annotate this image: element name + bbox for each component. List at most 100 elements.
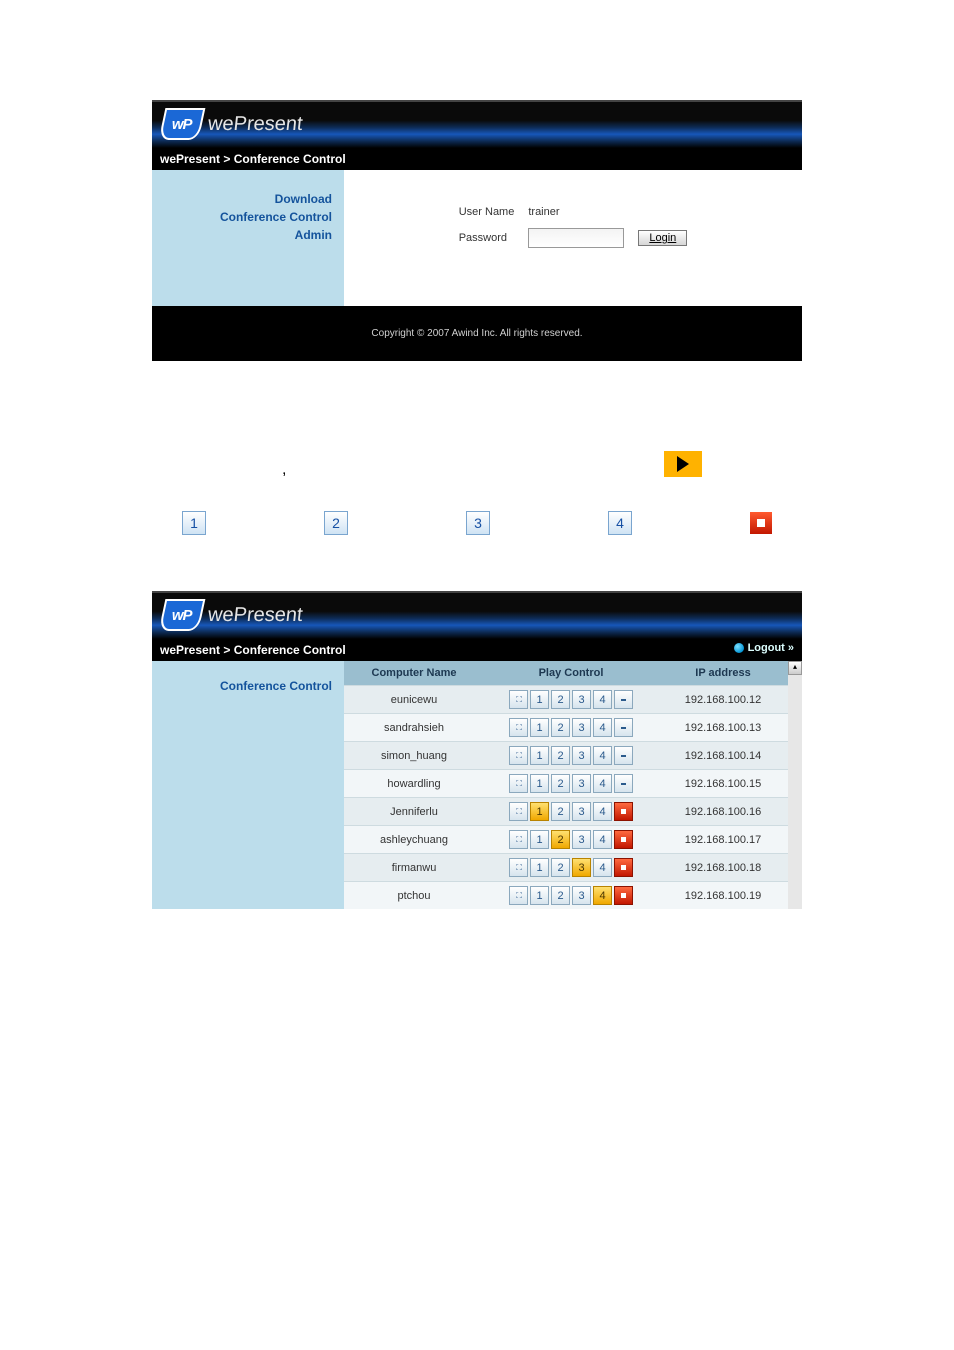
quadrant-3-button[interactable]: 3 <box>572 802 591 821</box>
scrollbar[interactable]: ▴ <box>788 661 802 909</box>
table-panel: wP wePresent wePresent > Conference Cont… <box>152 591 802 909</box>
sidebar-item-download[interactable]: Download <box>152 192 332 206</box>
logo-badge-icon: wP <box>159 108 206 140</box>
th-computer-name: Computer Name <box>344 661 484 685</box>
table-row: Jenniferlu⛶1234192.168.100.16 <box>344 797 788 825</box>
quadrant-2-button[interactable]: 2 <box>551 886 570 905</box>
sidebar-item-conference[interactable]: Conference Control <box>152 210 332 224</box>
logout-link[interactable]: Logout » <box>734 642 794 654</box>
quadrant-2-button[interactable]: 2 <box>551 746 570 765</box>
quadrant-1-button[interactable]: 1 <box>530 746 549 765</box>
stop-icon <box>750 512 772 534</box>
quadrant-2-button[interactable]: 2 <box>551 774 570 793</box>
quadrant-1-button[interactable]: 1 <box>530 886 549 905</box>
cell-ip: 192.168.100.13 <box>658 718 788 738</box>
quadrant-3-button[interactable]: 3 <box>572 690 591 709</box>
th-play-control: Play Control <box>484 661 658 685</box>
quadrant-1-button[interactable]: 1 <box>530 802 549 821</box>
stop-button[interactable] <box>614 718 633 737</box>
quadrant-2-button[interactable]: 2 <box>551 830 570 849</box>
login-form: User Name trainer Password Login <box>451 200 696 256</box>
quadrant-1-button[interactable]: 1 <box>530 774 549 793</box>
table-container: Computer Name Play Control IP address eu… <box>344 661 788 909</box>
sidebar-2: Conference Control <box>152 661 344 909</box>
stop-button[interactable] <box>614 746 633 765</box>
fullscreen-button[interactable]: ⛶ <box>509 802 528 821</box>
quadrant-3-button[interactable]: 3 <box>572 858 591 877</box>
login-panel: wP wePresent wePresent > Conference Cont… <box>152 100 802 361</box>
cell-ip: 192.168.100.15 <box>658 774 788 794</box>
fullscreen-button[interactable]: ⛶ <box>509 746 528 765</box>
logo-badge-icon-2: wP <box>159 599 206 631</box>
quadrant-3-button[interactable]: 3 <box>572 774 591 793</box>
stop-button[interactable] <box>614 690 633 709</box>
breadcrumb-2: wePresent > Conference Control Logout » <box>152 639 802 661</box>
password-field[interactable] <box>528 228 624 248</box>
quadrant-3-button[interactable]: 3 <box>572 746 591 765</box>
comma-text: , <box>282 461 286 479</box>
footer-copyright: Copyright © 2007 Awind Inc. All rights r… <box>152 306 802 361</box>
sidebar-item-conference-2[interactable]: Conference Control <box>152 679 332 693</box>
quadrant-4-button[interactable]: 4 <box>593 886 612 905</box>
table-row: sandrahsieh⛶1234192.168.100.13 <box>344 713 788 741</box>
stop-button[interactable] <box>614 858 633 877</box>
brand-logo: wP wePresent <box>162 108 303 140</box>
fullscreen-button[interactable]: ⛶ <box>509 690 528 709</box>
quadrant-4-button[interactable]: 4 <box>593 830 612 849</box>
quadrant-4-button[interactable]: 4 <box>593 858 612 877</box>
table-row: eunicewu ⛶1234 192.168.100.12 <box>344 685 788 713</box>
table-header: Computer Name Play Control IP address <box>344 661 788 685</box>
username-label: User Name <box>453 202 521 222</box>
table-row: simon_huang⛶1234192.168.100.14 <box>344 741 788 769</box>
cell-ip: 192.168.100.14 <box>658 746 788 766</box>
cell-play-control: ⛶1234 <box>484 770 658 797</box>
brand-name: wePresent <box>207 113 304 136</box>
app-header-2: wP wePresent <box>152 591 802 639</box>
sidebar-item-admin[interactable]: Admin <box>152 228 332 242</box>
cell-ip: 192.168.100.18 <box>658 858 788 878</box>
quadrant-1-icon: 1 <box>182 511 206 535</box>
cell-computer-name: eunicewu <box>344 690 484 710</box>
fullscreen-button[interactable]: ⛶ <box>509 830 528 849</box>
table-row: ptchou⛶1234192.168.100.19 <box>344 881 788 909</box>
cell-ip: 192.168.100.12 <box>658 690 788 710</box>
quadrant-4-button[interactable]: 4 <box>593 718 612 737</box>
quadrant-4-button[interactable]: 4 <box>593 802 612 821</box>
cell-computer-name: ashleychuang <box>344 830 484 850</box>
app-header: wP wePresent <box>152 100 802 148</box>
brand-name-2: wePresent <box>207 604 304 627</box>
quadrant-1-button[interactable]: 1 <box>530 830 549 849</box>
stop-button[interactable] <box>614 830 633 849</box>
fullscreen-button[interactable]: ⛶ <box>509 774 528 793</box>
cell-play-control: ⛶1234 <box>484 854 658 881</box>
quadrant-4-icon: 4 <box>608 511 632 535</box>
scroll-up-icon[interactable]: ▴ <box>788 661 802 675</box>
stop-button[interactable] <box>614 802 633 821</box>
quadrant-3-icon: 3 <box>466 511 490 535</box>
cell-play-control: ⛶1234 <box>484 882 658 909</box>
stop-button[interactable] <box>614 886 633 905</box>
quadrant-3-button[interactable]: 3 <box>572 886 591 905</box>
login-button[interactable]: Login <box>638 230 687 246</box>
fullscreen-button[interactable]: ⛶ <box>509 858 528 877</box>
quadrant-4-button[interactable]: 4 <box>593 690 612 709</box>
quadrant-2-button[interactable]: 2 <box>551 858 570 877</box>
quadrant-4-button[interactable]: 4 <box>593 774 612 793</box>
quadrant-3-button[interactable]: 3 <box>572 830 591 849</box>
fullscreen-button[interactable]: ⛶ <box>509 718 528 737</box>
brand-logo-2: wP wePresent <box>162 599 303 631</box>
quadrant-2-button[interactable]: 2 <box>551 802 570 821</box>
quadrant-1-button[interactable]: 1 <box>530 718 549 737</box>
quadrant-1-button[interactable]: 1 <box>530 858 549 877</box>
quadrant-3-button[interactable]: 3 <box>572 718 591 737</box>
quadrant-2-button[interactable]: 2 <box>551 718 570 737</box>
table-row: firmanwu⛶1234192.168.100.18 <box>344 853 788 881</box>
stop-button[interactable] <box>614 774 633 793</box>
legend-row: , 1 2 3 4 <box>152 451 802 561</box>
quadrant-4-button[interactable]: 4 <box>593 746 612 765</box>
cell-computer-name: Jenniferlu <box>344 802 484 822</box>
username-value: trainer <box>528 206 559 218</box>
fullscreen-button[interactable]: ⛶ <box>509 886 528 905</box>
quadrant-2-button[interactable]: 2 <box>551 690 570 709</box>
quadrant-1-button[interactable]: 1 <box>530 690 549 709</box>
